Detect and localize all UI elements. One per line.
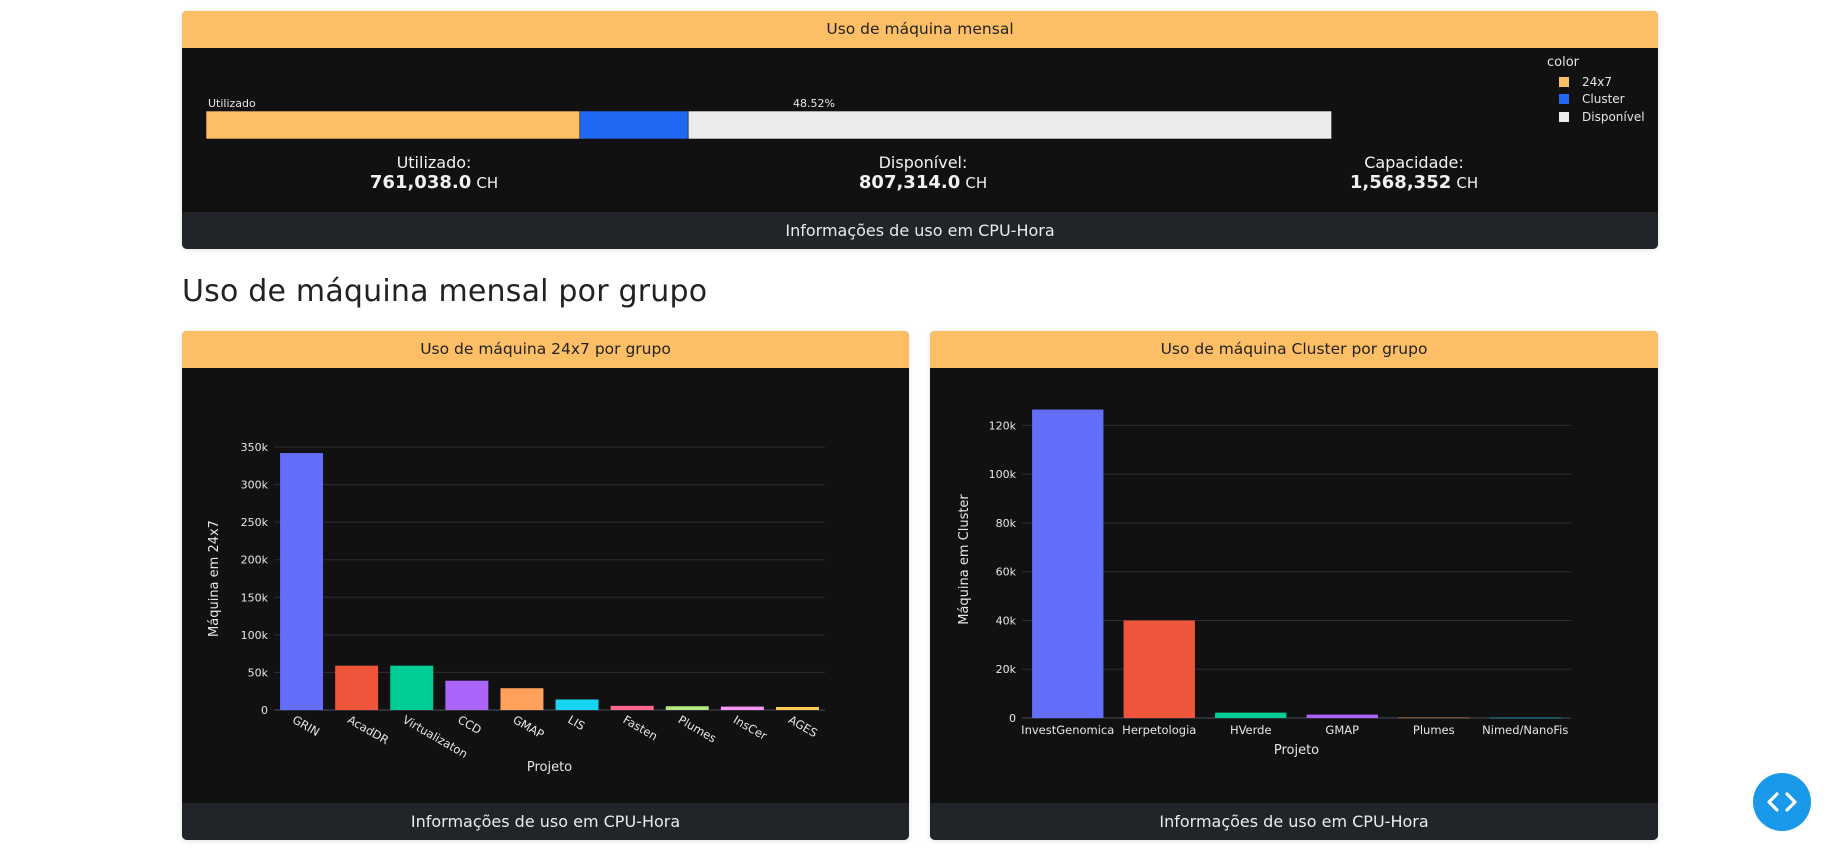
legend-swatch-24x7 <box>1559 76 1569 87</box>
chart-24x7-xtick-label: AcadDR <box>345 712 391 747</box>
chart-24x7-ytick-label: 200k <box>241 554 269 567</box>
chart-cluster-ytick-label: 80k <box>996 517 1017 530</box>
group-24x7-footer: Informações de uso em CPU-Hora <box>182 803 909 840</box>
legend-item-cluster[interactable]: Cluster <box>1547 91 1645 109</box>
chart-cluster-ytick-label: 20k <box>996 663 1017 676</box>
chart-24x7-ytick-label: 0 <box>261 704 268 717</box>
chart-24x7-xtick-label: LIS <box>566 712 588 733</box>
legend-item-24x7[interactable]: 24x7 <box>1547 73 1645 91</box>
chart-cluster-bar-gmap <box>1306 714 1378 718</box>
stack-segment-cluster <box>579 111 689 139</box>
chart-cluster-xtick-label: GMAP <box>1325 723 1359 737</box>
group-cluster-footer: Informações de uso em CPU-Hora <box>930 803 1658 840</box>
chart-24x7-xtick-label: AGES <box>786 712 820 740</box>
chart-24x7-bar-fasten <box>610 705 654 710</box>
chart-24x7-ytick-label: 250k <box>241 516 269 529</box>
chart-24x7-x-axis-title: Projeto <box>527 760 572 775</box>
available-stat-label: Disponível: <box>878 153 968 172</box>
chart-24x7-bar-plumes <box>665 706 709 710</box>
legend-swatch-cluster <box>1559 94 1569 105</box>
section-title: Uso de máquina mensal por grupo <box>182 274 708 309</box>
chart-cluster-ytick-label: 100k <box>989 468 1017 481</box>
group-24x7-header: Uso de máquina 24x7 por grupo <box>182 331 909 368</box>
chart-24x7-bar-ccd <box>445 680 489 710</box>
monthly-usage-header: Uso de máquina mensal <box>182 11 1658 48</box>
capacity-stat-value: 1,568,352 <box>1349 172 1452 193</box>
chart-cluster-bar-investgenomica <box>1032 409 1104 718</box>
chart-cluster-xtick-label: Nimed/NanoFis <box>1482 723 1568 737</box>
chart-cluster-xtick-label: Plumes <box>1413 723 1455 737</box>
monthly-usage-footer: Informações de uso em CPU-Hora <box>182 212 1658 249</box>
bar-chart-cluster: 0 20k 40k 60k 80k 100k 120k InvestGenomica Herpe… <box>957 409 1571 758</box>
used-stat-unit: CH <box>476 174 499 192</box>
stack-segment-dispon-vel <box>687 111 1332 139</box>
chart-24x7-bar-inscer <box>720 706 764 710</box>
chart-24x7-xtick-label: GRIN <box>290 712 322 739</box>
chart-24x7-bar-ages <box>775 706 819 710</box>
chart-cluster-ytick-label: 60k <box>996 566 1017 579</box>
legend-label-disponivel: Disponível <box>1582 109 1645 124</box>
monthly-usage-card: Uso de máquina mensal Utilizado 48.52% U… <box>182 11 1658 249</box>
chart-24x7-bar-grin <box>280 453 324 710</box>
legend-label-24x7: 24x7 <box>1582 74 1613 89</box>
chart-24x7-ytick-label: 300k <box>241 479 269 492</box>
chart-24x7-y-axis-title: Máquina em 24x7 <box>207 520 222 637</box>
chart-cluster-ytick-label: 0 <box>1009 712 1016 725</box>
chart-cluster-bar-nimed-nanofis <box>1489 717 1561 719</box>
stacked-usage-bar-chart <box>206 111 1332 139</box>
chart-24x7-ytick-label: 350k <box>241 441 269 454</box>
chart-cluster-bar-herpetologia <box>1123 620 1195 718</box>
bar-chart-24x7: 050k100k150k200k250k300k350kGRIN AcadDR Vi… <box>207 441 825 775</box>
chart-24x7-ytick-label: 50k <box>248 666 269 679</box>
chart-cluster-y-axis-title: Máquina em Cluster <box>957 494 972 625</box>
chart-cluster-xtick-label: Herpetologia <box>1122 723 1196 737</box>
group-cluster-card: Uso de máquina Cluster por grupo 0 20k 40k… <box>930 331 1658 840</box>
chart-24x7-xtick-label: GMAP <box>510 712 546 741</box>
chart-cluster-bar-plumes <box>1398 717 1470 719</box>
stack-segment-24x7 <box>206 111 581 139</box>
code-toggle-button[interactable] <box>1753 773 1811 831</box>
stack-bar-percent-label: 48.52% <box>793 97 835 110</box>
chart-cluster-x-axis-title: Projeto <box>1274 743 1319 758</box>
chart-24x7-xtick-label: CCD <box>455 712 484 737</box>
chart-24x7-bar-virtualizaton <box>390 665 434 710</box>
chart-cluster-xtick-label: InvestGenomica <box>1021 723 1114 737</box>
chart-24x7-ytick-label: 150k <box>241 591 269 604</box>
legend-title: color <box>1547 55 1580 70</box>
chart-24x7-bar-lis <box>555 699 599 710</box>
legend-item-disponivel[interactable]: Disponível <box>1547 108 1645 126</box>
capacity-stat-label: Capacidade: <box>1364 153 1464 172</box>
chart-24x7-xtick-label: Plumes <box>676 712 719 745</box>
available-stat: Disponível: 807,314.0 CH <box>803 153 1043 193</box>
used-stat-value: 761,038.0 <box>369 172 472 193</box>
legend-label-cluster: Cluster <box>1582 92 1625 107</box>
chart-24x7-xtick-label: Fasten <box>621 712 660 743</box>
chart-cluster-bar-hverde <box>1215 712 1287 718</box>
group-cluster-header: Uso de máquina Cluster por grupo <box>930 331 1658 368</box>
chart-24x7-bar-gmap <box>500 688 544 710</box>
group-24x7-card: Uso de máquina 24x7 por grupo 0 50k 100k 15… <box>182 331 909 840</box>
chart-cluster-xtick-label: HVerde <box>1230 723 1272 737</box>
stack-legend: color 24x7 Cluster Disponível <box>1547 55 1645 126</box>
used-stat: Utilizado: 761,038.0 CH <box>314 153 554 193</box>
capacity-stat-unit: CH <box>1456 174 1479 192</box>
used-stat-label: Utilizado: <box>396 153 472 172</box>
chart-24x7-ytick-label: 100k <box>241 629 269 642</box>
stack-bar-used-label: Utilizado <box>208 97 256 110</box>
chart-cluster-ytick-label: 40k <box>996 614 1017 627</box>
legend-swatch-disponivel <box>1559 111 1569 122</box>
available-stat-unit: CH <box>965 174 988 192</box>
chart-cluster-ytick-label: 120k <box>989 419 1017 432</box>
chart-24x7-bar-acaddr <box>335 665 379 710</box>
available-stat-value: 807,314.0 <box>858 172 961 193</box>
chart-24x7-xtick-label: InsCer <box>731 712 770 743</box>
code-brackets-icon <box>1767 792 1797 812</box>
capacity-stat: Capacidade: 1,568,352 CH <box>1294 153 1534 193</box>
